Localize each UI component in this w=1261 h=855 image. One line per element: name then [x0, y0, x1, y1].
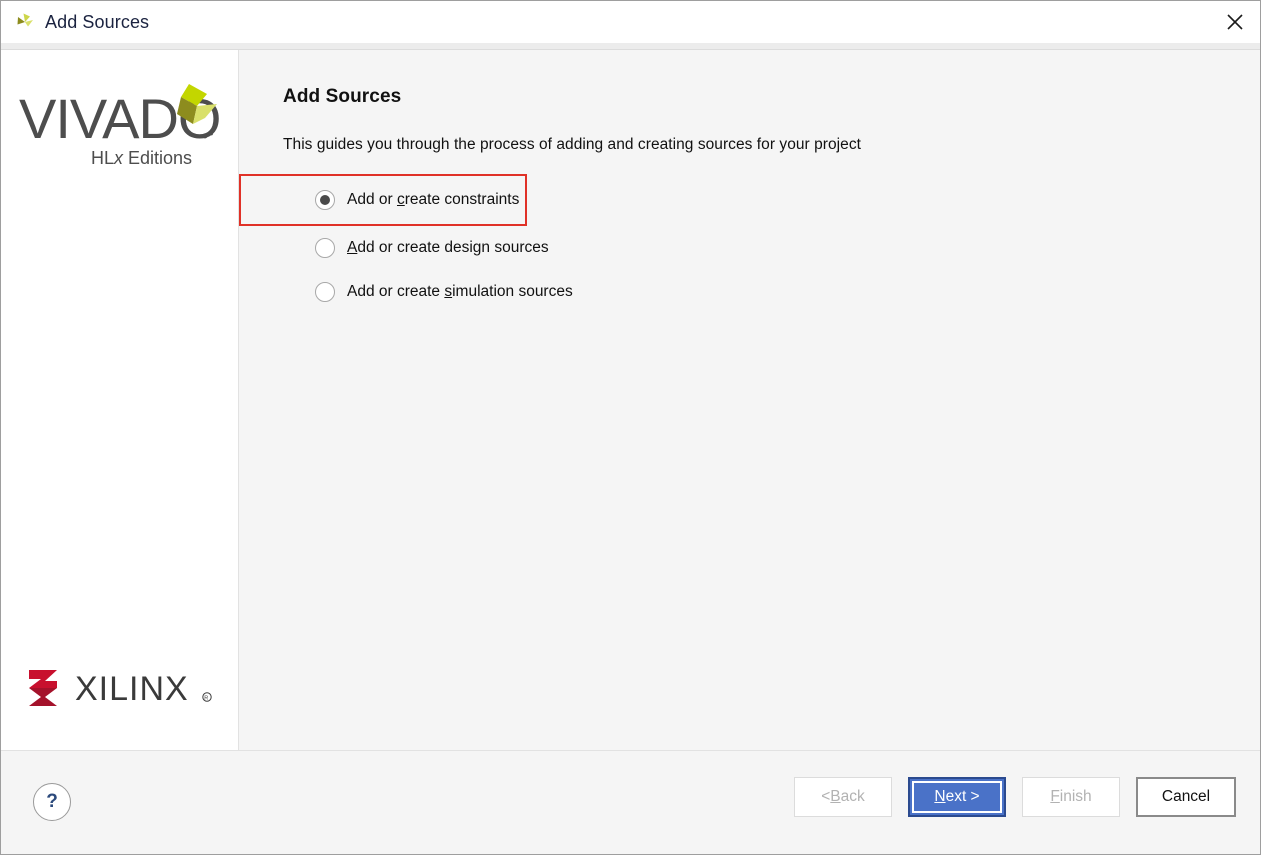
dialog-body: VIVADO HLx Editions	[1, 50, 1260, 750]
source-type-radio-group: Add or create constraints Add or create …	[283, 174, 1260, 314]
wizard-button-bar: < Back Next > Finish Cancel	[794, 777, 1236, 817]
svg-text:XILINX: XILINX	[75, 670, 189, 708]
dialog-footer: ? < Back Next > Finish Cancel	[1, 750, 1260, 854]
radio-label-constraints: Add or create constraints	[347, 191, 519, 209]
radio-option-simulation-sources[interactable]: Add or create simulation sources	[283, 270, 1260, 314]
svg-text:R: R	[204, 696, 208, 702]
cancel-button[interactable]: Cancel	[1136, 777, 1236, 817]
radio-label-design-sources: Add or create design sources	[347, 239, 549, 257]
radio-indicator-simulation-sources[interactable]	[315, 282, 335, 302]
titlebar-divider	[1, 43, 1260, 50]
svg-text:HLx Editions: HLx Editions	[91, 148, 192, 168]
vivado-logo: VIVADO HLx Editions	[19, 82, 219, 168]
main-panel: Add Sources This guides you through the …	[239, 50, 1260, 750]
back-button[interactable]: < Back	[794, 777, 892, 817]
radio-option-constraints[interactable]: Add or create constraints	[239, 174, 527, 226]
window-title: Add Sources	[45, 12, 149, 33]
finish-button[interactable]: Finish	[1022, 777, 1120, 817]
radio-label-simulation-sources: Add or create simulation sources	[347, 283, 573, 301]
radio-option-design-sources[interactable]: Add or create design sources	[283, 226, 1260, 270]
page-title: Add Sources	[283, 86, 1260, 108]
help-button[interactable]: ?	[33, 783, 71, 821]
radio-indicator-constraints[interactable]	[315, 190, 335, 210]
title-bar: Add Sources	[1, 1, 1260, 43]
add-sources-dialog: Add Sources VIVADO	[0, 0, 1261, 855]
xilinx-logo: XILINX R	[27, 666, 217, 710]
close-icon[interactable]	[1210, 1, 1260, 43]
branding-sidebar: VIVADO HLx Editions	[1, 50, 239, 750]
vivado-propeller-icon	[14, 11, 36, 33]
radio-indicator-design-sources[interactable]	[315, 238, 335, 258]
page-description: This guides you through the process of a…	[283, 136, 1260, 154]
next-button[interactable]: Next >	[908, 777, 1006, 817]
